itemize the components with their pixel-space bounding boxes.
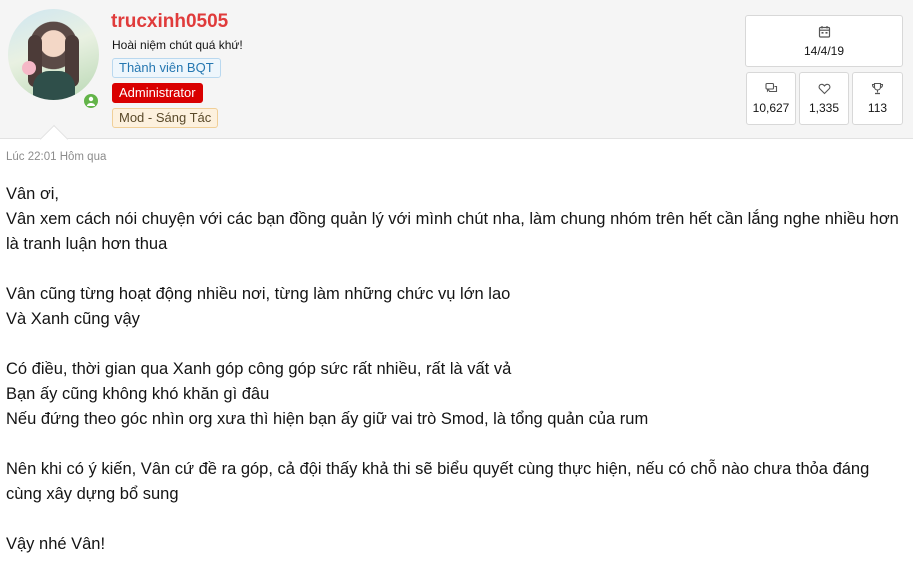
stat-points-value: 113 [867,101,888,115]
stat-messages-value: 10,627 [752,101,790,115]
heart-icon [818,83,830,95]
message-line: Nếu đứng theo góc nhìn org xưa thì hiện … [6,410,649,428]
message-line: Bạn ấy cũng không khó khăn gì đâu [6,385,270,403]
post-message-body: Vân ơi, Vân xem cách nói chuyện với các … [6,182,906,557]
comments-icon [764,82,777,93]
message-line: Có điều, thời gian qua Xanh góp công góp… [6,360,512,378]
user-title: Hoài niệm chút quá khứ! [112,38,243,52]
message-line: Và Xanh cũng vậy [6,310,140,328]
username-link[interactable]: trucxinh0505 [111,11,228,33]
user-banner-staff: Thành viên BQT [112,58,221,78]
avatar-flower [22,61,36,75]
message-line: Nên khi có ý kiến, Vân cứ đề ra góp, cả … [6,460,870,503]
post-timestamp[interactable]: Lúc 22:01 Hôm qua [6,151,106,163]
user-icon [87,96,95,106]
user-banner-mod: Mod - Sáng Tác [112,108,219,128]
trophy-icon [871,82,884,95]
stat-joined: 14/4/19 [745,15,903,67]
online-status-icon [81,91,101,111]
user-avatar[interactable] [8,9,99,100]
calendar-icon [818,25,830,38]
message-line: Vân xem cách nói chuyện với các bạn đồng… [6,210,899,253]
stat-messages[interactable]: 10,627 [746,72,796,125]
message-line: Vậy nhé Vân! [6,535,106,553]
message-line: Vân cũng từng hoạt động nhiều nơi, từng … [6,285,511,303]
stat-reactions[interactable]: 1,335 [799,72,849,125]
post-user-header: trucxinh0505 Hoài niệm chút quá khứ! Thà… [0,0,913,139]
message-line: Vân ơi, [6,185,60,203]
stat-reactions-value: 1,335 [808,101,840,115]
avatar-body [33,71,75,100]
user-banner-admin: Administrator [112,83,203,103]
stat-joined-value: 14/4/19 [803,43,845,58]
stat-points[interactable]: 113 [852,72,903,125]
